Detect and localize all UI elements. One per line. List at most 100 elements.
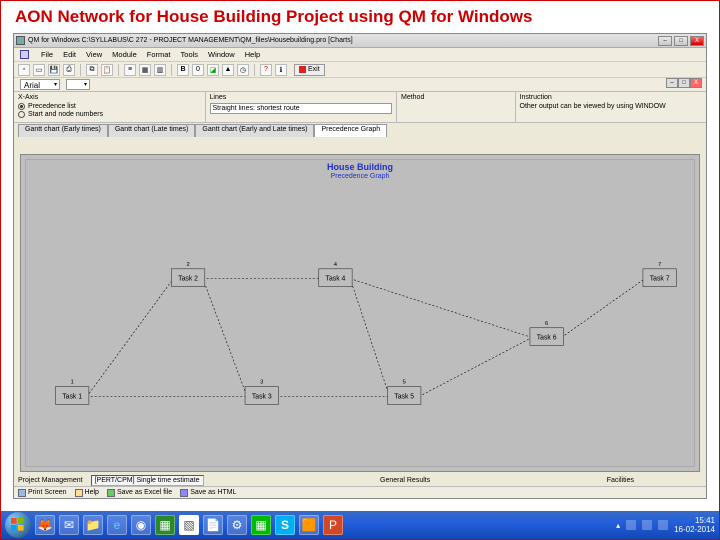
- taskbar-app-1[interactable]: 🦊: [35, 515, 55, 535]
- copy-icon[interactable]: ⧉: [86, 64, 98, 76]
- save-excel-button[interactable]: Save as Excel file: [107, 489, 172, 497]
- help-small-icon: [75, 489, 83, 497]
- print-screen-button[interactable]: Print Screen: [18, 489, 67, 497]
- lines-dropdown[interactable]: [210, 103, 393, 114]
- tray-date: 16-02-2014: [674, 525, 715, 534]
- open-icon[interactable]: ▭: [33, 64, 45, 76]
- method-title: Method: [401, 94, 511, 101]
- options-panels: X-Axis Precedence list Start and node nu…: [14, 92, 706, 123]
- html-icon: [180, 489, 188, 497]
- chart-green-icon[interactable]: ◪: [207, 64, 219, 76]
- menu-edit[interactable]: Edit: [63, 50, 76, 59]
- instruction-title: Instruction: [520, 94, 703, 101]
- context-help-icon[interactable]: ℹ: [275, 64, 287, 76]
- print-icon[interactable]: ⎙: [63, 64, 75, 76]
- save-icon[interactable]: 💾: [48, 64, 60, 76]
- zero-icon[interactable]: 0: [192, 64, 204, 76]
- svg-text:2: 2: [186, 262, 189, 268]
- align-icon[interactable]: ≡: [124, 64, 136, 76]
- excel-icon: [107, 489, 115, 497]
- tab-gantt-late[interactable]: Gantt chart (Late times): [108, 124, 196, 137]
- taskbar-app-12[interactable]: 🟧: [299, 515, 319, 535]
- tab-gantt-both[interactable]: Gantt chart (Early and Late times): [195, 124, 314, 137]
- taskbar-app-8[interactable]: 📄: [203, 515, 223, 535]
- radio-startnode[interactable]: [18, 111, 25, 118]
- exit-button[interactable]: Exit: [294, 64, 325, 76]
- xaxis-panel: X-Axis Precedence list Start and node nu…: [14, 92, 206, 122]
- menu-view[interactable]: View: [86, 50, 102, 59]
- slide-title: AON Network for House Building Project u…: [1, 1, 719, 29]
- font-size-dropdown[interactable]: [66, 79, 90, 90]
- grid-icon[interactable]: ▦: [139, 64, 151, 76]
- tray-icon-1[interactable]: [626, 520, 636, 530]
- app-icon: [16, 36, 25, 45]
- bottom-toolbar: Print Screen Help Save as Excel file Sav…: [14, 486, 706, 498]
- svg-text:1: 1: [71, 380, 74, 386]
- menu-module[interactable]: Module: [112, 50, 137, 59]
- new-icon[interactable]: ▫: [18, 64, 30, 76]
- font-name-dropdown[interactable]: Arial: [20, 79, 60, 90]
- start-button[interactable]: [5, 512, 31, 538]
- menu-file[interactable]: File: [41, 50, 53, 59]
- svg-text:Task 1: Task 1: [62, 393, 82, 400]
- help-icon[interactable]: ?: [260, 64, 272, 76]
- save-html-button[interactable]: Save as HTML: [180, 489, 236, 497]
- file-icon: [20, 50, 29, 59]
- taskbar-app-3[interactable]: 📁: [83, 515, 103, 535]
- close-button[interactable]: X: [690, 36, 704, 46]
- taskbar-app-2[interactable]: ✉: [59, 515, 79, 535]
- titlebar: QM for Windows C:\SYLLABUS\C 272 - PROJE…: [14, 34, 706, 48]
- windows-taskbar: 🦊 ✉ 📁 e ◉ ▦ ▧ 📄 ⚙ ▦ S 🟧 P ▴ 15:41 16-02-…: [1, 511, 719, 539]
- tray-chevron-icon[interactable]: ▴: [616, 521, 620, 530]
- calc-icon[interactable]: ▥: [154, 64, 166, 76]
- status-category-label: Project Management: [18, 477, 83, 484]
- help-button[interactable]: Help: [75, 489, 99, 497]
- paste-icon[interactable]: 📋: [101, 64, 113, 76]
- svg-text:Task 7: Task 7: [650, 276, 670, 283]
- minimize-button[interactable]: –: [658, 36, 672, 46]
- radio-startnode-label: Start and node numbers: [28, 111, 103, 118]
- svg-text:Task 6: Task 6: [537, 335, 557, 342]
- status-facilities-label: Facilities: [607, 477, 634, 484]
- tray-network-icon[interactable]: [642, 520, 652, 530]
- taskbar-app-6[interactable]: ▦: [155, 515, 175, 535]
- taskbar-powerpoint[interactable]: P: [323, 515, 343, 535]
- lines-panel: Lines: [206, 92, 398, 122]
- font-toolbar: Arial: [14, 78, 706, 92]
- maximize-button[interactable]: □: [674, 36, 688, 46]
- taskbar-app-7[interactable]: ▧: [179, 515, 199, 535]
- svg-text:6: 6: [545, 321, 549, 327]
- chart-canvas: House Building Precedence Graph 1 Task 1: [20, 154, 700, 472]
- bold-icon[interactable]: B: [177, 64, 189, 76]
- taskbar-app-4[interactable]: e: [107, 515, 127, 535]
- svg-text:7: 7: [658, 262, 661, 268]
- instruction-text: Other output can be viewed by using WIND…: [520, 103, 703, 110]
- taskbar-app-9[interactable]: ⚙: [227, 515, 247, 535]
- menu-window[interactable]: Window: [208, 50, 235, 59]
- lines-title: Lines: [210, 94, 393, 101]
- taskbar-app-5[interactable]: ◉: [131, 515, 151, 535]
- tray-volume-icon[interactable]: [658, 520, 668, 530]
- taskbar-skype[interactable]: S: [275, 515, 295, 535]
- menubar: File Edit View Module Format Tools Windo…: [14, 48, 706, 62]
- tab-precedence[interactable]: Precedence Graph: [314, 124, 387, 137]
- taskbar-app-10[interactable]: ▦: [251, 515, 271, 535]
- printer-icon: [18, 489, 26, 497]
- radio-precedence[interactable]: [18, 103, 25, 110]
- stop-icon: [299, 66, 306, 73]
- doc-min-button[interactable]: –: [666, 78, 678, 88]
- system-tray: ▴ 15:41 16-02-2014: [616, 516, 715, 534]
- doc-max-button[interactable]: □: [678, 78, 690, 88]
- chart-tabs: Gantt chart (Early times) Gantt chart (L…: [14, 123, 706, 137]
- menu-format[interactable]: Format: [147, 50, 171, 59]
- shape-icon[interactable]: ▲: [222, 64, 234, 76]
- svg-text:5: 5: [403, 380, 407, 386]
- doc-window-controls: – □ X: [666, 78, 702, 88]
- clock-icon[interactable]: ◷: [237, 64, 249, 76]
- menu-tools[interactable]: Tools: [181, 50, 199, 59]
- doc-close-button[interactable]: X: [690, 78, 702, 88]
- svg-text:Task 4: Task 4: [326, 276, 346, 283]
- instruction-panel: Instruction Other output can be viewed b…: [516, 92, 707, 122]
- menu-help[interactable]: Help: [245, 50, 260, 59]
- tab-gantt-early[interactable]: Gantt chart (Early times): [18, 124, 108, 137]
